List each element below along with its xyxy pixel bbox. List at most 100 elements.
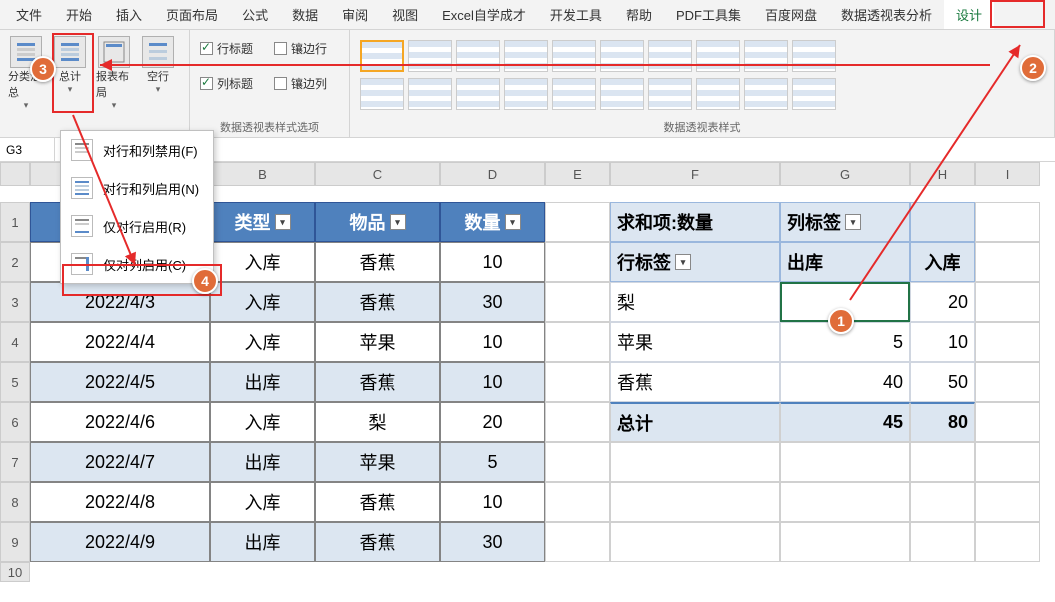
cell[interactable] <box>975 282 1040 322</box>
cell[interactable]: 苹果 <box>610 322 780 362</box>
cell[interactable]: 出库 <box>210 362 315 402</box>
tab-page-layout[interactable]: 页面布局 <box>154 0 230 29</box>
col-header-H[interactable]: H <box>910 162 975 186</box>
filter-icon[interactable]: ▾ <box>675 254 691 270</box>
style-thumb[interactable] <box>456 78 500 110</box>
cell[interactable]: 2022/4/7 <box>30 442 210 482</box>
tab-insert[interactable]: 插入 <box>104 0 154 29</box>
style-thumb[interactable] <box>792 78 836 110</box>
row-header-6[interactable]: 6 <box>0 402 30 442</box>
cell[interactable]: 30 <box>440 522 545 562</box>
filter-icon[interactable]: ▾ <box>505 214 521 230</box>
col-header-E[interactable]: E <box>545 162 610 186</box>
name-box[interactable]: G3 <box>0 138 55 161</box>
pivot-styles-gallery[interactable] <box>356 34 846 112</box>
row-header-1[interactable]: 1 <box>0 202 30 242</box>
cell[interactable] <box>780 482 910 522</box>
row-header-5[interactable]: 5 <box>0 362 30 402</box>
cell[interactable]: 2022/4/5 <box>30 362 210 402</box>
cell[interactable]: 2022/4/8 <box>30 482 210 522</box>
banded-rows-checkbox[interactable]: 镶边行 <box>274 40 327 57</box>
dd-on-cols-only[interactable]: 仅对列启用(C) <box>61 245 213 283</box>
cell[interactable]: 10 <box>440 242 545 282</box>
row-header-10[interactable]: 10 <box>0 562 30 582</box>
tab-pdf-toolkit[interactable]: PDF工具集 <box>664 0 753 29</box>
cell[interactable]: 5 <box>440 442 545 482</box>
cell[interactable]: 出库 <box>780 242 910 282</box>
cell[interactable]: 20 <box>440 402 545 442</box>
col-header-B[interactable]: B <box>210 162 315 186</box>
cell[interactable]: 香蕉 <box>315 242 440 282</box>
style-thumb[interactable] <box>456 40 500 72</box>
cell[interactable]: 10 <box>440 362 545 402</box>
cell[interactable] <box>780 442 910 482</box>
tab-home[interactable]: 开始 <box>54 0 104 29</box>
cell[interactable]: 梨 <box>315 402 440 442</box>
cell[interactable] <box>545 482 610 522</box>
tab-help[interactable]: 帮助 <box>614 0 664 29</box>
col-header-C[interactable]: C <box>315 162 440 186</box>
cell[interactable]: 2022/4/3 <box>30 282 210 322</box>
style-thumb[interactable] <box>648 78 692 110</box>
row-header-2[interactable]: 2 <box>0 242 30 282</box>
cell[interactable]: 入库 <box>210 322 315 362</box>
cell[interactable] <box>975 202 1040 242</box>
cell[interactable] <box>610 522 780 562</box>
cell[interactable] <box>975 482 1040 522</box>
cell[interactable]: 45 <box>780 402 910 442</box>
col-header-F[interactable]: F <box>610 162 780 186</box>
col-header-G[interactable]: G <box>780 162 910 186</box>
tab-developer[interactable]: 开发工具 <box>538 0 614 29</box>
cell[interactable] <box>975 362 1040 402</box>
cell[interactable]: 50 <box>910 362 975 402</box>
tab-excel-self-learn[interactable]: Excel自学成才 <box>430 0 538 29</box>
cell[interactable]: 香蕉 <box>315 482 440 522</box>
cell[interactable]: 2022/4/6 <box>30 402 210 442</box>
style-thumb[interactable] <box>648 40 692 72</box>
cell[interactable] <box>975 322 1040 362</box>
cell[interactable]: 2022/4/9 <box>30 522 210 562</box>
cell[interactable]: 数量▾ <box>440 202 545 242</box>
cell[interactable]: 物品▾ <box>315 202 440 242</box>
filter-icon[interactable]: ▾ <box>845 214 861 230</box>
dd-on-rows-only[interactable]: 仅对行启用(R) <box>61 207 213 245</box>
tab-data[interactable]: 数据 <box>280 0 330 29</box>
cell[interactable] <box>545 202 610 242</box>
report-layout-button[interactable]: 报表布局 ▾ <box>94 34 134 113</box>
cell[interactable]: 入库 <box>910 242 975 282</box>
cell[interactable] <box>975 442 1040 482</box>
dd-on-rows-cols[interactable]: 对行和列启用(N) <box>61 169 213 207</box>
cell[interactable]: 总计 <box>610 402 780 442</box>
tab-review[interactable]: 审阅 <box>330 0 380 29</box>
style-thumb[interactable] <box>552 40 596 72</box>
cell[interactable]: 出库 <box>210 442 315 482</box>
style-thumb[interactable] <box>696 40 740 72</box>
style-thumb[interactable] <box>552 78 596 110</box>
cell[interactable]: 梨 <box>610 282 780 322</box>
filter-icon[interactable]: ▾ <box>275 214 291 230</box>
cell[interactable] <box>545 442 610 482</box>
style-thumb[interactable] <box>408 40 452 72</box>
cell[interactable]: 入库 <box>210 282 315 322</box>
tab-pivot-analyze[interactable]: 数据透视表分析 <box>829 0 944 29</box>
style-thumb[interactable] <box>600 78 644 110</box>
cell[interactable] <box>545 322 610 362</box>
tab-view[interactable]: 视图 <box>380 0 430 29</box>
style-thumb[interactable] <box>600 40 644 72</box>
style-thumb[interactable] <box>504 40 548 72</box>
banded-cols-checkbox[interactable]: 镶边列 <box>274 75 327 92</box>
style-thumb[interactable] <box>744 40 788 72</box>
tab-formulas[interactable]: 公式 <box>230 0 280 29</box>
cell[interactable]: 香蕉 <box>315 362 440 402</box>
cell[interactable] <box>780 522 910 562</box>
cell[interactable] <box>975 242 1040 282</box>
cell[interactable]: 列标签▾ <box>780 202 910 242</box>
cell[interactable]: 10 <box>440 482 545 522</box>
cell[interactable]: 苹果 <box>315 442 440 482</box>
style-thumb[interactable] <box>696 78 740 110</box>
cell[interactable] <box>610 442 780 482</box>
cell[interactable] <box>545 242 610 282</box>
cell[interactable]: 苹果 <box>315 322 440 362</box>
col-header-I[interactable]: I <box>975 162 1040 186</box>
cell[interactable]: 香蕉 <box>315 282 440 322</box>
